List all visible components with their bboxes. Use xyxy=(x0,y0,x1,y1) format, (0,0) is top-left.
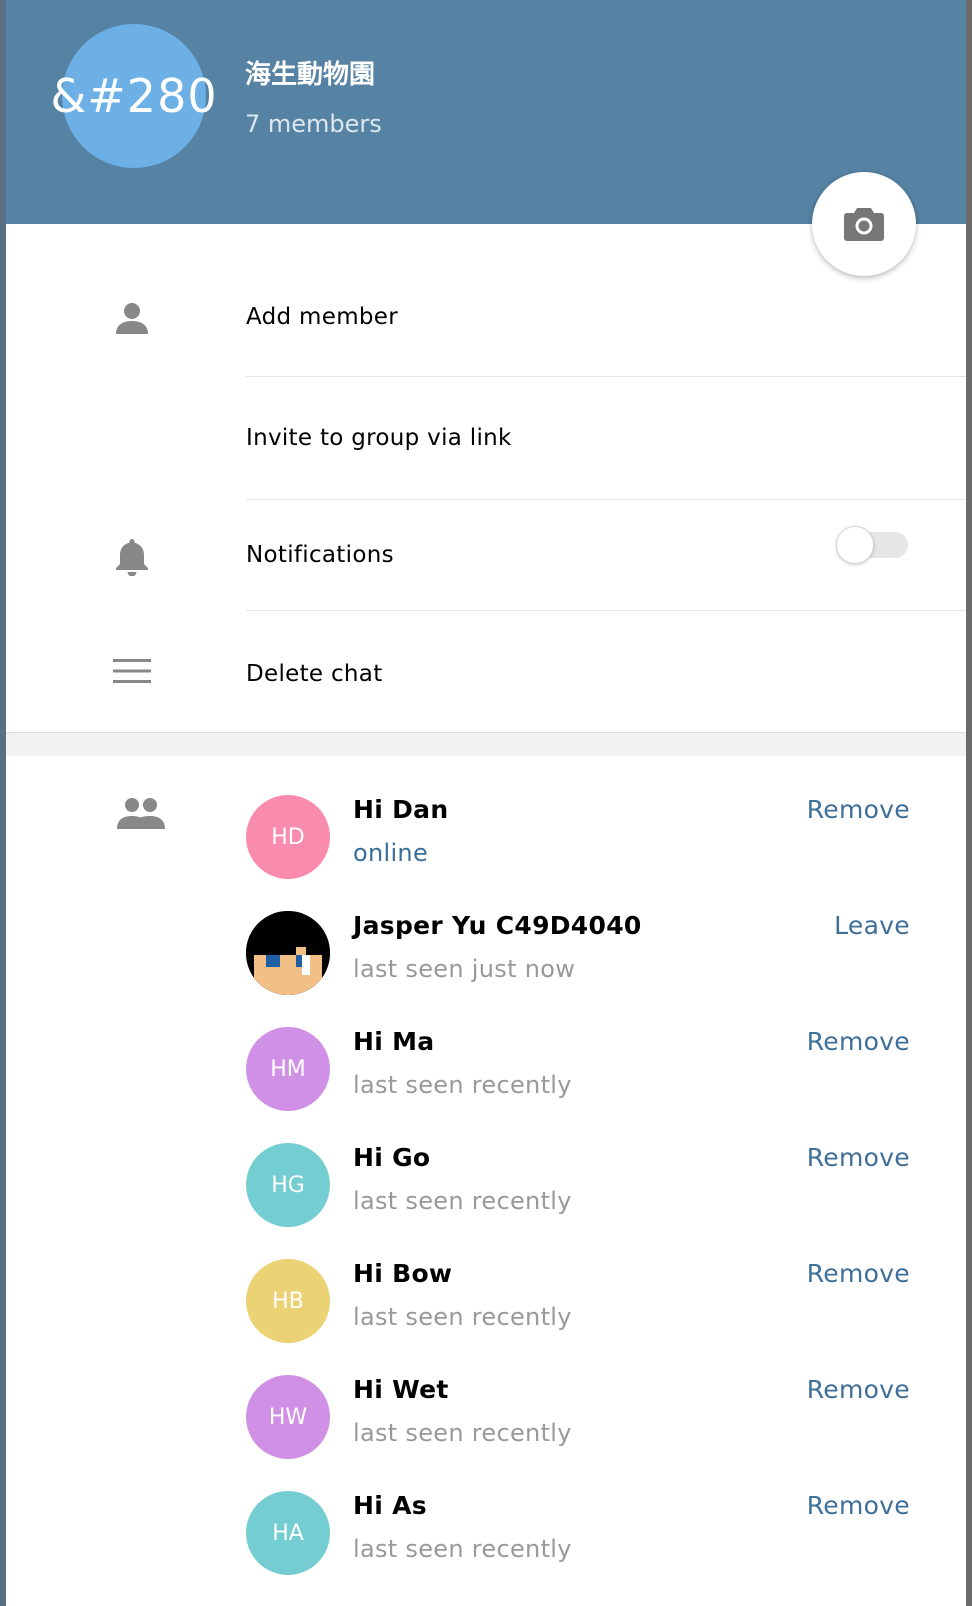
member-name: Hi Go xyxy=(353,1143,431,1172)
bell-icon xyxy=(110,534,154,578)
add-member-label: Add member xyxy=(246,304,399,330)
member-status: last seen recently xyxy=(353,1419,572,1447)
menu-lines-icon xyxy=(110,649,154,693)
leave-group-button[interactable]: Leave xyxy=(834,911,910,940)
section-separator xyxy=(6,732,966,756)
member-avatar[interactable]: HA xyxy=(246,1491,330,1575)
add-member-row[interactable]: Add member xyxy=(6,256,966,376)
remove-member-button[interactable]: Remove xyxy=(807,1375,910,1404)
person-icon xyxy=(110,296,154,340)
toggle-knob xyxy=(836,526,874,564)
member-row[interactable]: HM Hi Ma last seen recently Remove xyxy=(6,1027,966,1137)
remove-member-button[interactable]: Remove xyxy=(807,1491,910,1520)
remove-member-button[interactable]: Remove xyxy=(807,1143,910,1172)
remove-member-button[interactable]: Remove xyxy=(807,1027,910,1056)
remove-member-button[interactable]: Remove xyxy=(807,795,910,824)
member-row[interactable]: Jasper Yu C49D4040 last seen just now Le… xyxy=(6,911,966,1021)
member-name: Hi Ma xyxy=(353,1027,435,1056)
invite-link-label: Invite to group via link xyxy=(246,425,512,451)
camera-icon xyxy=(844,208,884,241)
member-row[interactable]: HD Hi Dan online Remove xyxy=(6,795,966,905)
group-members-count: 7 members xyxy=(245,110,382,138)
member-status: last seen recently xyxy=(353,1187,572,1215)
member-avatar[interactable]: HW xyxy=(246,1375,330,1459)
member-row[interactable]: HB Hi Bow last seen recently Remove xyxy=(6,1259,966,1369)
member-avatar[interactable]: HD xyxy=(246,795,330,879)
member-row[interactable]: HA Hi As last seen recently Remove xyxy=(6,1491,966,1601)
member-name: Hi Bow xyxy=(353,1259,453,1288)
delete-chat-label: Delete chat xyxy=(246,661,383,687)
pixel-avatar-image xyxy=(246,911,330,995)
member-avatar[interactable] xyxy=(246,911,330,995)
member-status: last seen recently xyxy=(353,1303,572,1331)
notifications-row[interactable]: Notifications xyxy=(6,500,966,610)
notifications-toggle[interactable] xyxy=(836,526,910,564)
member-avatar[interactable]: HB xyxy=(246,1259,330,1343)
member-status: last seen just now xyxy=(353,955,576,983)
member-name: Hi Dan xyxy=(353,795,449,824)
member-avatar[interactable]: HG xyxy=(246,1143,330,1227)
invite-link-row[interactable]: Invite to group via link xyxy=(6,377,966,499)
member-name: Jasper Yu C49D4040 xyxy=(353,911,642,940)
member-status: online xyxy=(353,839,429,867)
group-title: 海生動物園 xyxy=(245,60,376,90)
group-info-panel: &#280 海生動物園 7 members Add member Invite … xyxy=(6,0,966,1606)
member-avatar[interactable]: HM xyxy=(246,1027,330,1111)
member-row[interactable]: HG Hi Go last seen recently Remove xyxy=(6,1143,966,1253)
member-name: Hi Wet xyxy=(353,1375,449,1404)
member-status: last seen recently xyxy=(353,1535,572,1563)
member-status: last seen recently xyxy=(353,1071,572,1099)
group-header: &#280 海生動物園 7 members xyxy=(6,0,966,224)
remove-member-button[interactable]: Remove xyxy=(807,1259,910,1288)
notifications-label: Notifications xyxy=(246,542,394,568)
group-avatar[interactable]: &#280 xyxy=(50,24,217,168)
delete-chat-row[interactable]: Delete chat xyxy=(6,611,966,732)
member-row[interactable]: HW Hi Wet last seen recently Remove xyxy=(6,1375,966,1485)
member-name: Hi As xyxy=(353,1491,427,1520)
backdrop-right xyxy=(966,0,972,1606)
